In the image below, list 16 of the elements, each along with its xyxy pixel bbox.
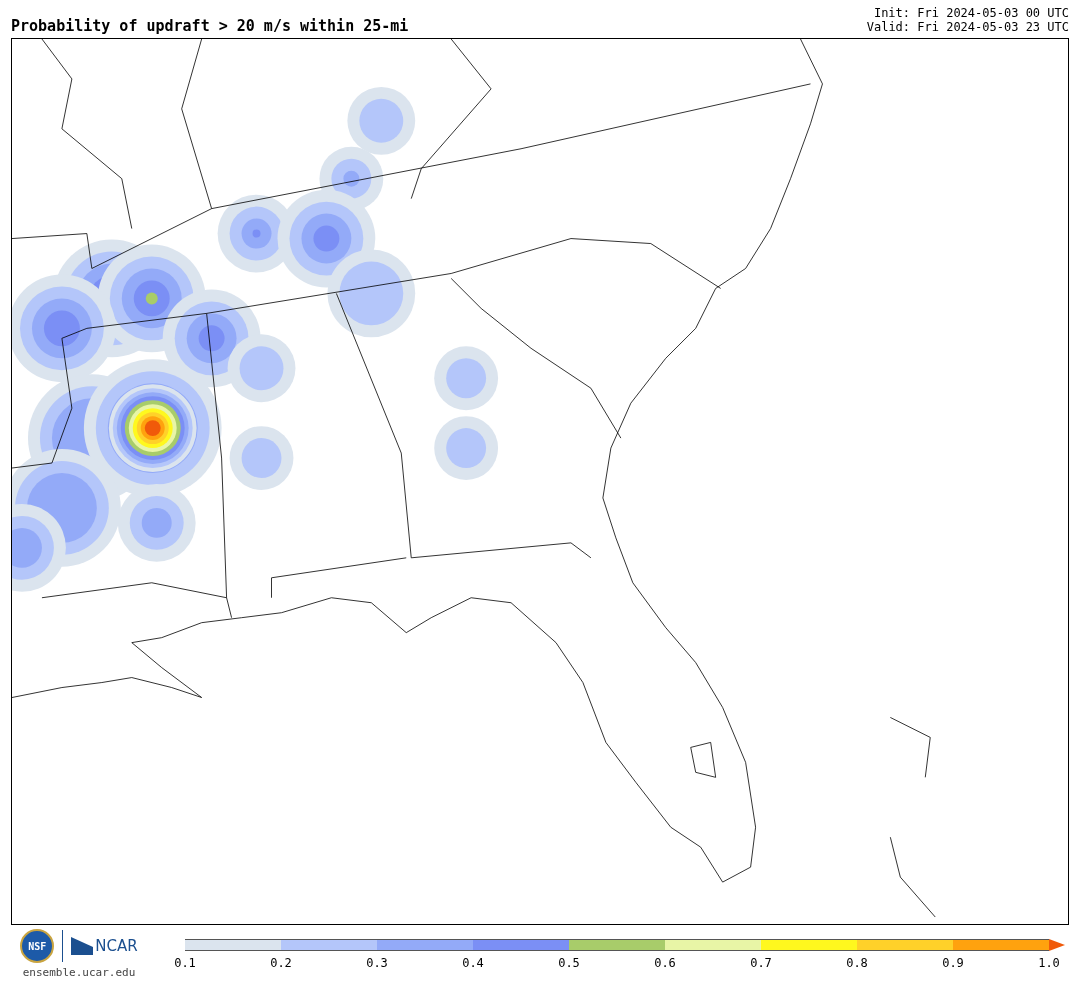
colorbar-tick-label: 0.1 xyxy=(174,957,196,969)
colorbar-tick-label: 0.9 xyxy=(942,957,964,969)
site-url: ensemble.ucar.edu xyxy=(22,965,136,981)
colorbar-tick-label: 0.5 xyxy=(558,957,580,969)
colorbar-tick-label: 0.6 xyxy=(654,957,676,969)
nsf-logo: NSF xyxy=(20,929,55,963)
ncar-logo: NCAR xyxy=(71,934,138,958)
colorbar-tick-label: 0.2 xyxy=(270,957,292,969)
colorbar-tick-label: 0.7 xyxy=(750,957,772,969)
colorbar-tick-label: 0.3 xyxy=(366,957,388,969)
colorbar-tick-label: 0.4 xyxy=(462,957,484,969)
init-time: Init: Fri 2024-05-03 00 UTC xyxy=(873,6,1069,20)
colorbar-tick-label: 0.8 xyxy=(846,957,868,969)
chart-title: Probability of updraft > 20 m/s within 25-mi xyxy=(11,19,409,34)
colorbar-tick-label: 1.0 xyxy=(1038,957,1060,969)
valid-time: Valid: Fri 2024-05-03 23 UTC xyxy=(866,20,1069,34)
